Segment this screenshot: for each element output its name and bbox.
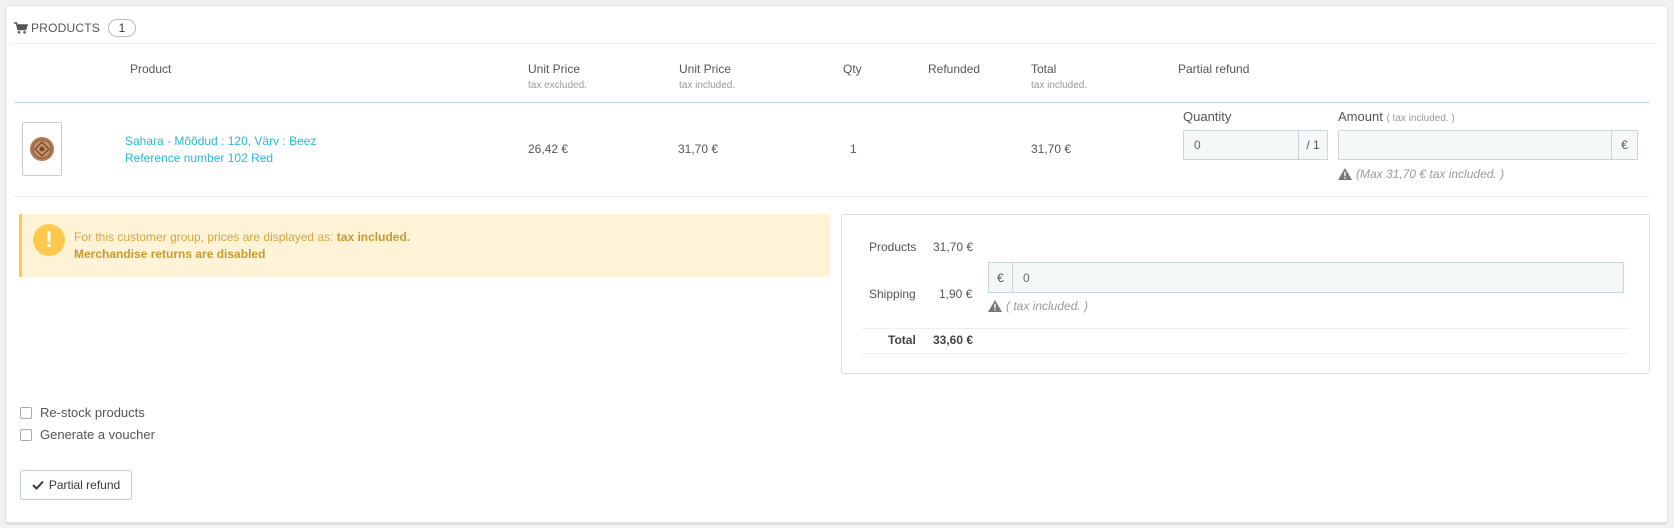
summary-bottom-divider [861,353,1629,354]
panel-title: PRODUCTS [31,20,100,35]
partial-refund-button[interactable]: Partial refund [20,470,132,500]
amount-label: Amount ( tax included. ) [1338,109,1455,124]
unit-price-incl-value: 31,70 € [678,142,719,156]
summary-shipping-value: 1,90 € [939,287,973,301]
refund-amount-input[interactable] [1338,130,1612,160]
product-name-link[interactable]: Sahara - Mõõdud : 120, Värv : Beez [125,134,316,148]
header-refunded: Refunded [928,62,981,76]
product-reference-link[interactable]: Reference number 102 Red [125,151,273,165]
header-partial-refund: Partial refund [1178,62,1250,76]
shipping-refund-input[interactable]: 0 [1012,262,1624,293]
summary-shipping-label: Shipping [869,287,916,301]
header-product: Product [130,62,172,76]
partial-refund-button-label: Partial refund [48,478,121,492]
header-total: Total tax included. [1031,62,1088,91]
quantity-max-addon: / 1 [1298,130,1328,160]
summary-products-value: 31,70 € [933,240,974,254]
restock-checkbox[interactable] [20,407,32,419]
summary-products-label: Products [869,240,917,254]
checkmark-icon [32,480,44,490]
alert-returns-line: Merchandise returns are disabled [74,247,266,261]
header-unit-price-excl: Unit Price tax excluded. [528,62,587,91]
voucher-checkbox[interactable] [20,429,32,441]
warning-icon [988,300,1002,312]
product-thumbnail[interactable] [22,122,62,176]
total-value: 31,70 € [1031,142,1072,156]
summary-total-label: Total [888,333,916,347]
qty-value: 1 [850,142,857,156]
product-image [30,137,54,161]
summary-divider [861,328,1629,329]
voucher-label[interactable]: Generate a voucher [40,427,155,442]
shipping-currency-addon: € [988,262,1013,293]
exclamation-icon: ! [33,224,65,256]
restock-label[interactable]: Re-stock products [40,405,145,420]
panel-heading: PRODUCTS 1 [10,12,1657,44]
tax-display-alert: ! For this customer group, prices are di… [19,214,830,277]
refund-quantity-input[interactable]: 0 [1183,130,1299,160]
alert-tax-line: For this customer group, prices are disp… [74,230,411,244]
warning-icon [1338,168,1352,180]
header-qty: Qty [843,62,862,76]
header-divider [14,102,1650,103]
cart-icon [14,21,28,34]
header-unit-price-incl: Unit Price tax included. [679,62,736,91]
unit-price-excl-value: 26,42 € [528,142,569,156]
amount-currency-addon: € [1611,130,1638,160]
quantity-label: Quantity [1183,109,1232,124]
max-amount-hint: (Max 31,70 € tax included. ) [1338,167,1504,181]
row-divider [14,196,1650,197]
summary-total-value: 33,60 € [933,333,974,347]
shipping-tax-hint: ( tax included. ) [988,299,1088,313]
product-count-badge: 1 [107,18,136,37]
refund-summary-box: Products 31,70 € Shipping 1,90 € € 0 ( t… [841,214,1650,374]
